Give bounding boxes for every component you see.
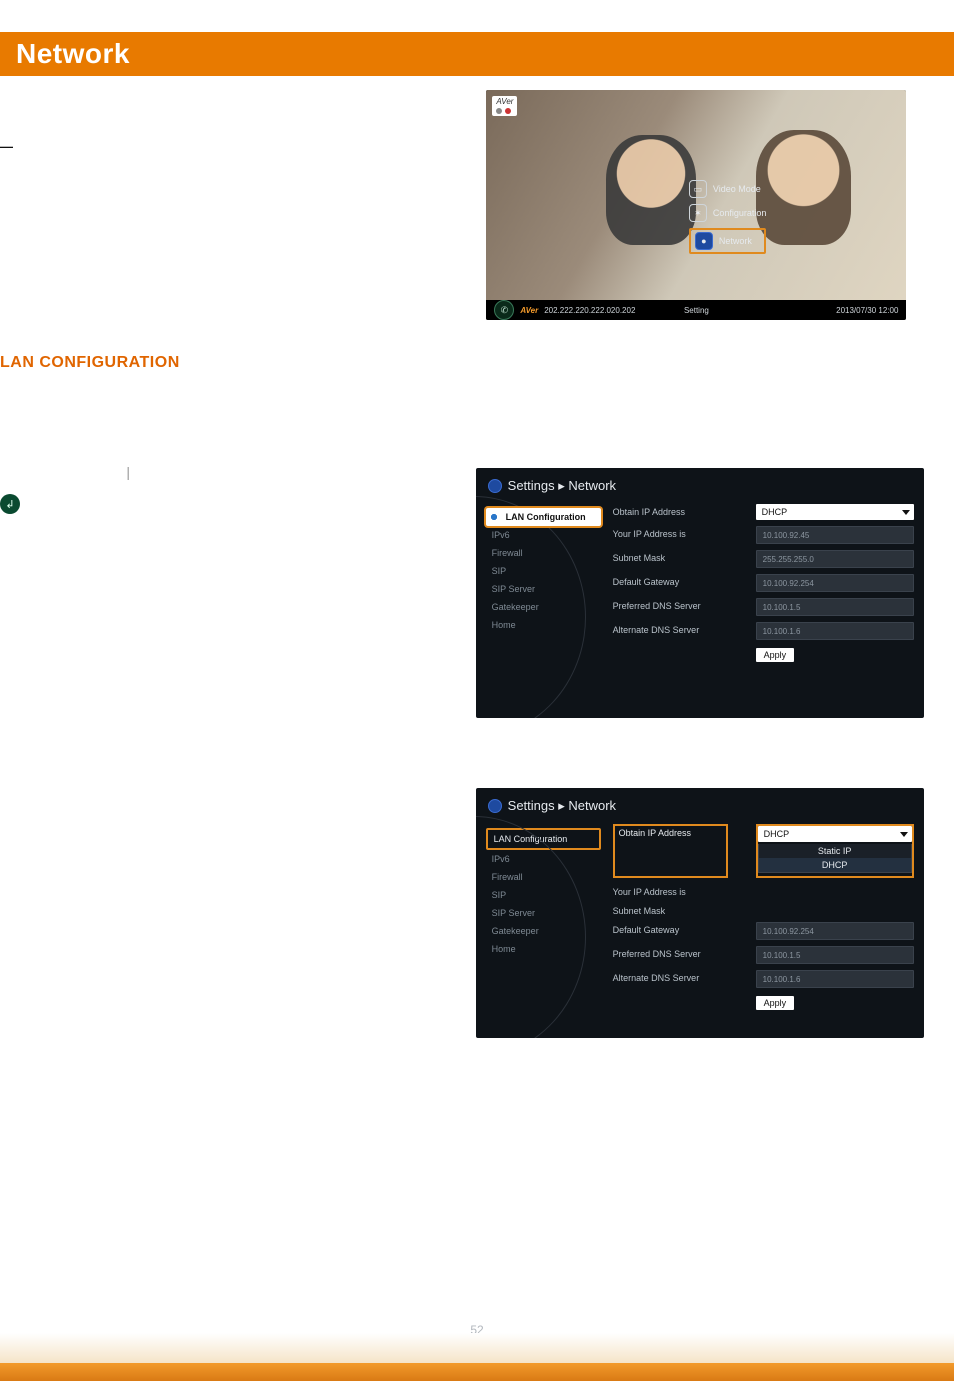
sidebar-item-lan-config[interactable]: LAN Configuration xyxy=(486,828,601,850)
person-left xyxy=(606,135,696,245)
menu-network-label: Network xyxy=(719,236,752,246)
footer-bar xyxy=(0,1363,954,1381)
alt-dns-field[interactable]: 10.100.1.6 xyxy=(756,622,914,640)
home-ip-string: 202.222.220.222.020.202 xyxy=(544,306,635,315)
label-gateway: Default Gateway xyxy=(613,922,728,940)
aver-brand-small: AVer xyxy=(520,306,538,315)
section-title-bar: Network xyxy=(0,32,954,76)
sidebar-item-lan-config[interactable]: LAN Configuration xyxy=(486,508,601,526)
label-subnet: Subnet Mask xyxy=(613,903,728,916)
monitor-icon: ▭ xyxy=(689,180,707,198)
home-setting-label: Setting xyxy=(684,306,709,315)
option-static-ip[interactable]: Static IP xyxy=(759,844,911,858)
pref-dns-field[interactable]: 10.100.1.5 xyxy=(756,598,914,616)
chevron-down-icon xyxy=(902,510,910,515)
menu-configuration[interactable]: ✶ Configuration xyxy=(689,204,767,222)
lan-config-panel-2: Settings ▸ Network LAN Configuration IPv… xyxy=(476,788,924,1038)
page-footer xyxy=(0,1333,954,1381)
label-obtain-ip-highlight: Obtain IP Address xyxy=(613,824,728,878)
home-clock: 2013/07/30 12:00 xyxy=(836,306,898,315)
sidebar-item-firewall[interactable]: Firewall xyxy=(486,868,601,886)
intro-image-area: AVer ▭ Video Mode ✶ Configuration ● Netw… xyxy=(439,90,954,320)
menu-video-mode[interactable]: ▭ Video Mode xyxy=(689,180,767,198)
menu-video-mode-label: Video Mode xyxy=(713,184,761,194)
sidebar-item-sip[interactable]: SIP xyxy=(486,886,601,904)
sidebar-item-home[interactable]: Home xyxy=(486,940,601,958)
globe-icon: ● xyxy=(695,232,713,250)
label-pref-dns: Preferred DNS Server xyxy=(613,946,728,964)
home-menu-stack: ▭ Video Mode ✶ Configuration ● Network xyxy=(689,180,767,254)
label-obtain-ip: Obtain IP Address xyxy=(613,504,728,520)
sidebar-item-ipv6[interactable]: IPv6 xyxy=(486,850,601,868)
home-screen-mock: AVer ▭ Video Mode ✶ Configuration ● Netw… xyxy=(486,90,906,320)
sidebar-item-ipv6[interactable]: IPv6 xyxy=(486,526,601,544)
sidebar-item-gatekeeper[interactable]: Gatekeeper xyxy=(486,922,601,940)
sidebar-item-sip-server[interactable]: SIP Server xyxy=(486,904,601,922)
your-ip-field[interactable]: 10.100.92.45 xyxy=(756,526,914,544)
sidebar-item-firewall[interactable]: Firewall xyxy=(486,544,601,562)
obtain-ip-select[interactable]: DHCP xyxy=(756,504,914,520)
intro-row: — AVer ▭ Video Mode ✶ Configuration xyxy=(0,90,954,320)
home-bottom-bar: ✆ AVer 202.222.220.222.020.202 Setting 2… xyxy=(486,300,906,320)
label-alt-dns: Alternate DNS Server xyxy=(613,622,728,640)
gateway-field[interactable]: 10.100.92.254 xyxy=(756,574,914,592)
gateway-field[interactable]: 10.100.92.254 xyxy=(756,922,914,940)
label-your-ip: Your IP Address is xyxy=(613,884,728,897)
footer-gradient xyxy=(0,1333,954,1363)
panel-1-breadcrumb: Settings ▸ Network xyxy=(476,468,924,500)
gear-icon: ✶ xyxy=(689,204,707,222)
label-pref-dns: Preferred DNS Server xyxy=(613,598,728,616)
sidebar-item-sip[interactable]: SIP xyxy=(486,562,601,580)
lan-panel-2-row: Settings ▸ Network LAN Configuration IPv… xyxy=(0,788,954,1038)
enter-key-icon: ↲ xyxy=(0,494,20,514)
alt-dns-field[interactable]: 10.100.1.6 xyxy=(756,970,914,988)
breadcrumb-text: Settings ▸ Network xyxy=(508,798,616,814)
option-dhcp[interactable]: DHCP xyxy=(759,858,911,872)
intro-text-area: — xyxy=(0,90,439,156)
sidebar-item-home[interactable]: Home xyxy=(486,616,601,634)
cursor-hint: | xyxy=(0,464,130,480)
home-bottom-left: ✆ AVer 202.222.220.222.020.202 xyxy=(494,300,635,320)
label-gateway: Default Gateway xyxy=(613,574,728,592)
panel-1-form: Obtain IP Address DHCP Your IP Address i… xyxy=(613,504,914,662)
settings-gear-icon xyxy=(488,799,502,813)
dropdown-options: Static IP DHCP xyxy=(758,844,912,873)
chevron-down-icon xyxy=(900,832,908,837)
panel-2-form: Obtain IP Address DHCP Static IP DHCP Yo… xyxy=(613,824,914,1010)
sidebar-item-gatekeeper[interactable]: Gatekeeper xyxy=(486,598,601,616)
sidebar-item-sip-server[interactable]: SIP Server xyxy=(486,580,601,598)
call-icon[interactable]: ✆ xyxy=(494,300,514,320)
subnet-field[interactable]: 255.255.255.0 xyxy=(756,550,914,568)
apply-button[interactable]: Apply xyxy=(756,648,795,662)
panel-2-breadcrumb: Settings ▸ Network xyxy=(476,788,924,820)
section-title: Network xyxy=(6,32,954,76)
lan-panel-1-row: Settings ▸ Network LAN Configuration IPv… xyxy=(0,468,954,718)
label-your-ip: Your IP Address is xyxy=(613,526,728,544)
aver-badge-text: AVer xyxy=(496,97,513,106)
label-subnet: Subnet Mask xyxy=(613,550,728,568)
menu-configuration-label: Configuration xyxy=(713,208,767,218)
lan-config-panel-1: Settings ▸ Network LAN Configuration IPv… xyxy=(476,468,924,718)
aver-badge-top: AVer xyxy=(492,96,517,116)
settings-gear-icon xyxy=(488,479,502,493)
menu-network-highlight[interactable]: ● Network xyxy=(689,228,767,254)
person-right xyxy=(756,130,851,245)
intro-dash: — xyxy=(0,139,13,154)
badge-dot-red xyxy=(505,108,511,114)
lan-config-heading: LAN CONFIGURATION xyxy=(0,354,954,372)
pref-dns-field[interactable]: 10.100.1.5 xyxy=(756,946,914,964)
label-alt-dns: Alternate DNS Server xyxy=(613,970,728,988)
panel-1-sidebar: LAN Configuration IPv6 Firewall SIP SIP … xyxy=(486,504,601,662)
panel-2-sidebar: LAN Configuration IPv6 Firewall SIP SIP … xyxy=(486,824,601,1010)
badge-dot xyxy=(496,108,502,114)
apply-button[interactable]: Apply xyxy=(756,996,795,1010)
breadcrumb-text: Settings ▸ Network xyxy=(508,478,616,494)
obtain-ip-dropdown-open[interactable]: DHCP Static IP DHCP xyxy=(756,824,914,878)
